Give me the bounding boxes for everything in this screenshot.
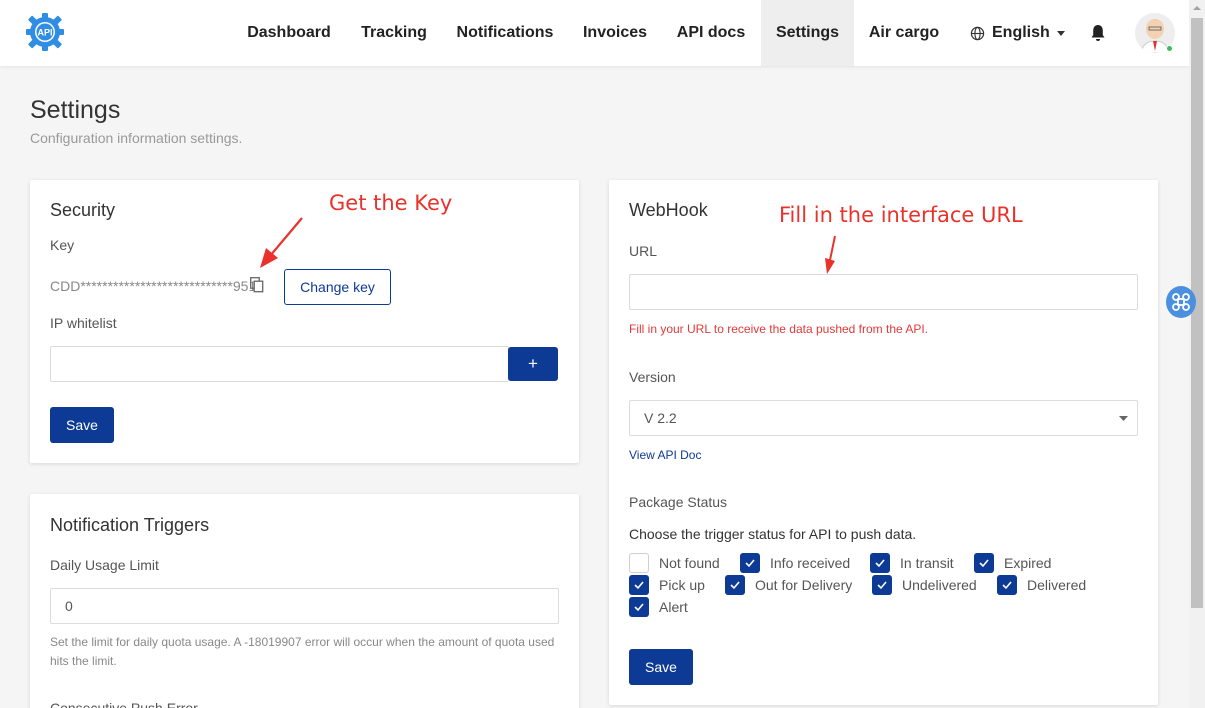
notification-triggers-card: Notification Triggers Daily Usage Limit … — [30, 494, 579, 708]
nav-air-cargo[interactable]: Air cargo — [856, 0, 952, 66]
consecutive-push-error-label: Consecutive Push Error — [50, 700, 198, 708]
copy-icon[interactable] — [250, 277, 264, 293]
globe-icon — [970, 26, 985, 41]
version-label: Version — [629, 369, 676, 385]
webhook-title: WebHook — [629, 200, 708, 220]
api-key-value: CDD****************************951 — [50, 278, 257, 294]
webhook-card: WebHook URL Fill in your URL to receive … — [609, 180, 1158, 705]
daily-usage-limit-input[interactable]: 0 — [50, 588, 559, 624]
side-float-widget[interactable] — [1166, 286, 1196, 318]
checkmark-icon[interactable] — [870, 553, 890, 573]
nav-api-docs[interactable]: API docs — [662, 0, 760, 66]
checkbox-label: In transit — [900, 555, 954, 571]
api-gear-logo-icon[interactable]: API — [24, 12, 66, 52]
version-selected-value: V 2.2 — [644, 410, 677, 426]
status-checkbox-not-found[interactable]: Not found — [629, 553, 729, 573]
annotation-get-key: Get the Key — [329, 191, 453, 215]
nav-dashboard[interactable]: Dashboard — [232, 0, 346, 66]
package-status-label: Package Status — [629, 494, 728, 510]
online-status-dot — [1166, 45, 1173, 52]
checkbox-label: Pick up — [659, 577, 705, 593]
checkmark-icon[interactable] — [629, 575, 649, 595]
checkmark-icon[interactable] — [725, 575, 745, 595]
ip-whitelist-input[interactable] — [50, 346, 509, 382]
page-subtitle: Configuration information settings. — [30, 130, 243, 146]
key-label: Key — [50, 237, 75, 253]
url-label: URL — [629, 243, 658, 259]
checkmark-icon[interactable] — [997, 575, 1017, 595]
status-checkbox-delivered[interactable]: Delivered — [997, 575, 1092, 595]
nav-tracking[interactable]: Tracking — [348, 0, 440, 66]
page-scrollbar[interactable] — [1189, 0, 1205, 708]
status-checkbox-in-transit[interactable]: In transit — [870, 553, 965, 573]
status-checkbox-undelivered[interactable]: Undelivered — [872, 575, 987, 595]
checkbox-label: Expired — [1004, 555, 1052, 571]
checkbox-empty[interactable] — [629, 553, 649, 573]
daily-usage-limit-label: Daily Usage Limit — [50, 557, 159, 573]
status-checkbox-info-received[interactable]: Info received — [740, 553, 860, 573]
caret-down-icon — [1057, 31, 1065, 36]
status-checkbox-pick-up[interactable]: Pick up — [629, 575, 714, 595]
webhook-save-button[interactable]: Save — [629, 649, 693, 685]
logo-text: API — [37, 28, 52, 38]
language-selector[interactable]: English — [962, 0, 1074, 66]
page-title: Settings — [30, 96, 121, 124]
command-icon — [1172, 293, 1190, 311]
checkbox-label: Not found — [659, 555, 720, 571]
nav-invoices[interactable]: Invoices — [570, 0, 660, 66]
checkmark-icon[interactable] — [974, 553, 994, 573]
checkbox-label: Info received — [770, 555, 851, 571]
status-checkbox-out-for-delivery[interactable]: Out for Delivery — [725, 575, 855, 595]
nav-settings[interactable]: Settings — [761, 0, 854, 66]
ip-whitelist-label: IP whitelist — [50, 315, 117, 331]
url-hint: Fill in your URL to receive the data pus… — [629, 322, 929, 336]
status-checkbox-expired[interactable]: Expired — [974, 553, 1059, 573]
webhook-url-input[interactable] — [629, 274, 1138, 310]
checkbox-label: Delivered — [1027, 577, 1087, 593]
version-select[interactable]: V 2.2 — [629, 400, 1138, 436]
top-navbar: API Dashboard Tracking Notifications Inv… — [0, 0, 1189, 66]
security-save-button[interactable]: Save — [50, 407, 114, 443]
select-caret-icon — [1119, 416, 1128, 421]
nav-notifications[interactable]: Notifications — [442, 0, 568, 66]
annotation-arrow-key-icon — [260, 217, 303, 268]
trigger-instruction: Choose the trigger status for API to pus… — [629, 526, 917, 542]
security-title: Security — [50, 200, 116, 220]
checkmark-icon[interactable] — [740, 553, 760, 573]
checkbox-label: Out for Delivery — [755, 577, 853, 593]
language-label: English — [992, 24, 1050, 41]
checkbox-label: Alert — [659, 599, 688, 615]
annotation-fill-url: Fill in the interface URL — [779, 203, 1023, 227]
view-api-doc-link[interactable]: View API Doc — [629, 448, 701, 462]
checkbox-label: Undelivered — [902, 577, 977, 593]
change-key-button[interactable]: Change key — [284, 269, 391, 305]
checkmark-icon[interactable] — [872, 575, 892, 595]
bell-icon[interactable] — [1090, 24, 1106, 42]
annotation-arrow-url-icon — [825, 235, 836, 274]
checkmark-icon[interactable] — [629, 597, 649, 617]
status-checkbox-alert[interactable]: Alert — [629, 597, 699, 617]
add-ip-button[interactable]: + — [508, 347, 558, 381]
notification-triggers-title: Notification Triggers — [50, 515, 210, 535]
daily-usage-limit-hint: Set the limit for daily quota usage. A -… — [50, 635, 555, 668]
scroll-up-arrow-icon[interactable] — [1189, 0, 1205, 16]
